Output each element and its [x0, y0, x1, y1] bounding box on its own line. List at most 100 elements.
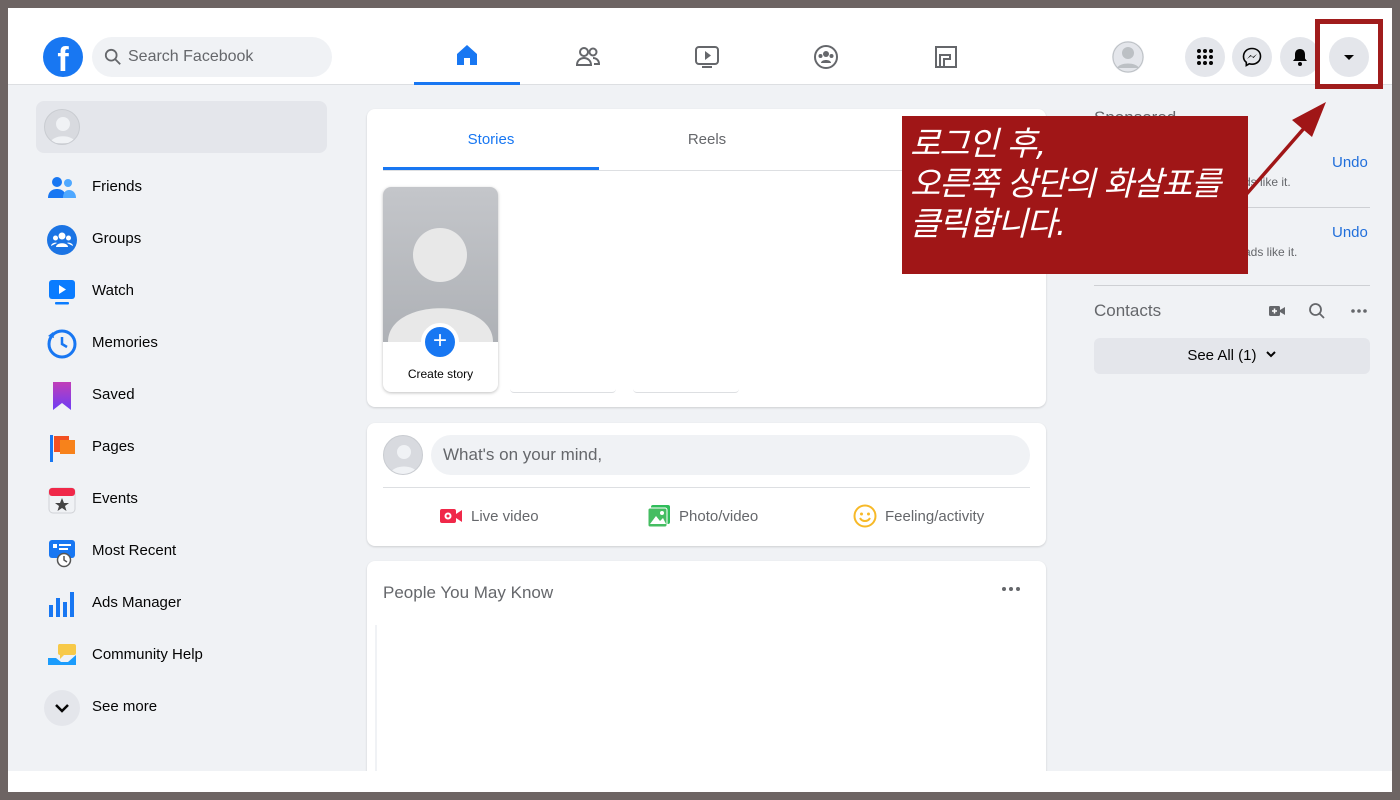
menu-button[interactable]	[1185, 37, 1225, 77]
story-placeholder	[633, 389, 739, 393]
default-avatar-icon	[1112, 41, 1144, 73]
feed-icon	[49, 540, 75, 568]
chevron-down-icon	[44, 690, 80, 726]
sidebar-item-friends[interactable]: Friends	[36, 162, 327, 214]
sidebar-item-saved[interactable]: Saved	[36, 370, 327, 422]
create-story-label: Create story	[407, 367, 474, 381]
sidebar-item-label: Memories	[92, 334, 158, 351]
post-composer: What's on your mind, Live video Photo/vi…	[367, 423, 1046, 546]
friends-icon	[48, 177, 76, 198]
sidebar-avatar	[44, 109, 80, 145]
action-label: Feeling/activity	[885, 507, 985, 525]
groups-icon	[47, 225, 77, 255]
notifications-button[interactable]	[1280, 37, 1320, 77]
sidebar-item-label: Friends	[92, 178, 143, 195]
sidebar-item-label: See more	[92, 698, 158, 715]
memories-icon	[47, 329, 77, 359]
contacts-title: Contacts	[1094, 301, 1162, 320]
nav-groups-tab[interactable]	[773, 28, 879, 85]
default-avatar-icon	[50, 117, 76, 143]
sidebar-item-label: Saved	[92, 386, 135, 403]
feeling-activity-button[interactable]: Feeling/activity	[853, 502, 984, 530]
sidebar-item-label: Ads Manager	[92, 594, 182, 611]
smiley-icon	[853, 504, 877, 528]
bar-chart-icon	[49, 592, 74, 617]
undo-link[interactable]: Undo	[1332, 224, 1368, 241]
right-divider	[1094, 285, 1370, 286]
sidebar-item-most-recent[interactable]: Most Recent	[36, 526, 327, 578]
sidebar-item-label: Groups	[92, 230, 142, 247]
see-all-contacts-button[interactable]: See All (1)	[1094, 338, 1370, 374]
search-contacts-icon[interactable]	[1307, 301, 1327, 321]
nav-home-tab[interactable]	[414, 28, 520, 85]
live-video-icon	[440, 509, 462, 523]
sidebar-item-memories[interactable]: Memories	[36, 318, 327, 370]
top-profile-avatar[interactable]	[1112, 41, 1144, 73]
sidebar-item-watch[interactable]: Watch	[36, 266, 327, 318]
tab-reels[interactable]: Reels	[599, 109, 815, 170]
more-options-icon[interactable]	[997, 575, 1025, 603]
new-room-icon[interactable]	[1267, 301, 1287, 321]
messenger-button[interactable]	[1232, 37, 1272, 77]
messenger-icon	[1242, 47, 1262, 67]
sidebar-item-events[interactable]: Events	[36, 474, 327, 526]
sidebar-item-ads-manager[interactable]: Ads Manager	[36, 578, 327, 630]
action-label: Live video	[471, 507, 539, 525]
community-help-icon	[48, 644, 76, 665]
sidebar-item-community-help[interactable]: Community Help	[36, 630, 327, 682]
more-options-icon[interactable]	[1349, 301, 1369, 321]
composer-divider	[383, 487, 1030, 488]
sidebar-item-label: Events	[92, 490, 138, 507]
sidebar-item-pages[interactable]: Pages	[36, 422, 327, 474]
pymk-scroll-edge	[375, 625, 377, 792]
nav-friends-tab[interactable]	[535, 28, 641, 85]
nav-gaming-tab[interactable]	[893, 28, 999, 85]
photo-video-button[interactable]: Photo/video	[647, 502, 758, 530]
top-nav: f	[8, 8, 1392, 85]
composer-avatar	[383, 435, 423, 475]
story-placeholder	[510, 389, 616, 393]
default-avatar-icon	[388, 228, 493, 342]
composer-input[interactable]: What's on your mind,	[431, 435, 1030, 475]
bell-icon	[1293, 49, 1307, 66]
story-image	[383, 187, 498, 342]
default-avatar-icon	[390, 445, 418, 474]
hidden-ad-text: ds like it.	[1244, 175, 1291, 189]
tab-stories[interactable]: Stories	[383, 109, 599, 170]
search-box[interactable]	[92, 37, 332, 77]
sidebar-item-label: Most Recent	[92, 542, 177, 559]
sidebar-see-more[interactable]: See more	[36, 682, 327, 734]
dropdown-highlight-box	[1315, 19, 1383, 89]
browser-viewport: f Search Facebook Friends Groups Watch M…	[8, 8, 1392, 792]
bookmark-icon	[53, 382, 71, 410]
flag-icon	[50, 435, 75, 462]
sidebar-profile-row[interactable]	[36, 101, 327, 153]
pymk-title: People You May Know	[383, 583, 554, 602]
sidebar-item-label: Watch	[92, 282, 134, 299]
sidebar-item-label: Community Help	[92, 646, 203, 663]
photo-icon	[647, 505, 670, 528]
groups-icon	[814, 44, 838, 69]
search-input[interactable]	[128, 37, 323, 77]
see-all-label: See All (1)	[1187, 347, 1257, 364]
sidebar-item-groups[interactable]: Groups	[36, 214, 327, 266]
watch-icon	[49, 280, 75, 305]
instruction-callout: 로그인 후, 오른쪽 상단의 화살표를 클릭합니다.	[902, 116, 1248, 274]
home-icon	[457, 45, 477, 65]
friends-icon	[575, 46, 601, 66]
gaming-icon	[935, 45, 957, 68]
watch-icon	[695, 45, 719, 68]
calendar-icon	[48, 487, 76, 514]
facebook-logo-icon[interactable]: f	[43, 37, 83, 77]
hidden-ad-text: ads like it.	[1244, 245, 1298, 259]
create-story-card[interactable]: + Create story	[383, 187, 498, 392]
nav-watch-tab[interactable]	[654, 28, 760, 85]
chevron-down-icon	[1265, 351, 1276, 358]
people-you-may-know-card: People You May Know	[367, 561, 1046, 792]
live-video-button[interactable]: Live video	[439, 502, 539, 530]
action-label: Photo/video	[679, 507, 759, 525]
grid-menu-icon	[1197, 49, 1213, 65]
sidebar-item-label: Pages	[92, 438, 135, 455]
undo-link[interactable]: Undo	[1332, 154, 1368, 171]
add-story-plus-icon: +	[421, 323, 459, 361]
